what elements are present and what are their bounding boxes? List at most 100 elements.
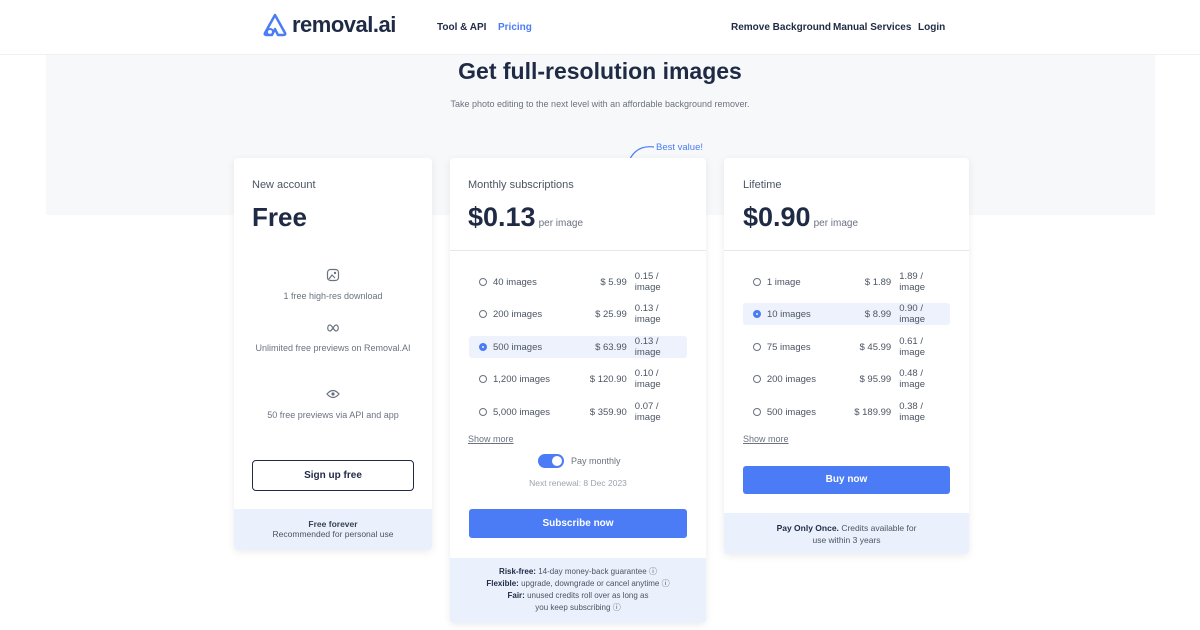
lifetime-option[interactable]: 75 images $ 45.99 0.61 / image — [743, 336, 950, 358]
monthly-plan-footer: Risk-free: 14-day money-back guarantee ⓘ… — [450, 558, 706, 623]
nav-pricing[interactable]: Pricing — [498, 22, 532, 33]
option-count: 5,000 images — [492, 406, 551, 418]
radio-button[interactable] — [753, 408, 761, 416]
option-unit-price: 0.10 / image — [634, 368, 661, 390]
sign-up-free-button[interactable]: Sign up free — [252, 460, 414, 491]
option-count: 200 images — [766, 373, 816, 385]
lifetime-price-value: $0.90 — [743, 202, 811, 232]
lifetime-plan-head: Lifetime — [743, 179, 782, 191]
radio-button[interactable] — [479, 408, 487, 416]
option-price: $ 1.89 — [864, 276, 892, 288]
radio-button[interactable] — [753, 375, 761, 383]
guarantee-text: 14-day money-back guarantee — [538, 567, 647, 576]
monthly-price-per: per image — [538, 218, 584, 229]
best-value-badge: Best value! — [656, 142, 703, 153]
nav-remove-background[interactable]: Remove Background — [731, 22, 831, 33]
monthly-option[interactable]: 1,200 images $ 120.90 0.10 / image — [469, 368, 687, 390]
info-icon[interactable]: ⓘ — [662, 579, 670, 588]
option-unit-price: 0.07 / image — [634, 401, 661, 423]
option-price: $ 5.99 — [600, 276, 627, 288]
divider — [724, 250, 969, 251]
option-count: 1,200 images — [492, 373, 551, 385]
lifetime-price-per: per image — [813, 218, 859, 229]
lifetime-option-selected[interactable]: 10 images $ 8.99 0.90 / image — [743, 303, 950, 325]
info-icon[interactable]: ⓘ — [613, 603, 621, 612]
free-footer-title: Free forever — [308, 519, 358, 529]
fair-line: Fair: unused credits roll over as long a… — [450, 590, 706, 614]
flexible-bold: Flexible: — [486, 579, 519, 588]
monthly-plan-price: $0.13 per image — [468, 202, 583, 233]
guarantee-line: Risk-free: 14-day money-back guarantee ⓘ — [450, 566, 706, 578]
free-feature-text: Unlimited free previews on Removal.AI — [255, 343, 411, 353]
lifetime-option[interactable]: 1 image $ 1.89 1.89 / image — [743, 271, 950, 293]
monthly-plan-head: Monthly subscriptions — [468, 179, 574, 191]
option-count: 10 images — [766, 308, 811, 320]
radio-button[interactable] — [753, 343, 761, 351]
free-feature-text: 50 free previews via API and app — [267, 410, 399, 420]
subscribe-now-button[interactable]: Subscribe now — [469, 509, 687, 538]
option-unit-price: 0.13 / image — [634, 336, 661, 358]
monthly-option[interactable]: 40 images $ 5.99 0.15 / image — [469, 271, 687, 293]
fair-bold: Fair: — [507, 591, 525, 600]
nav-login[interactable]: Login — [918, 22, 945, 33]
radio-button[interactable] — [479, 343, 487, 351]
option-price: $ 45.99 — [859, 341, 892, 353]
monthly-option-selected[interactable]: 500 images $ 63.99 0.13 / image — [469, 336, 687, 358]
radio-button[interactable] — [479, 310, 487, 318]
pay-monthly-toggle[interactable] — [538, 454, 564, 468]
option-count: 200 images — [492, 308, 543, 320]
buy-now-button[interactable]: Buy now — [743, 466, 950, 494]
flexible-line: Flexible: upgrade, downgrade or cancel a… — [450, 578, 706, 590]
flexible-text: upgrade, downgrade or cancel anytime — [521, 579, 660, 588]
option-price: $ 25.99 — [595, 308, 627, 320]
monthly-option[interactable]: 5,000 images $ 359.90 0.07 / image — [469, 401, 687, 423]
radio-button[interactable] — [753, 310, 761, 318]
nav-tool-api[interactable]: Tool & API — [437, 22, 486, 33]
option-unit-price: 0.13 / image — [634, 303, 661, 325]
renewal-text: Next renewal: 8 Dec 2023 — [529, 478, 627, 488]
image-icon — [234, 268, 432, 285]
nav-manual-services[interactable]: Manual Services — [833, 22, 911, 33]
free-feature-text: 1 free high-res download — [283, 291, 383, 301]
info-icon[interactable]: ⓘ — [649, 567, 657, 576]
lifetime-plan-card: Lifetime $0.90 per image 1 image $ 1.89 1… — [724, 158, 969, 554]
show-more-link[interactable]: Show more — [468, 434, 514, 444]
option-count: 500 images — [493, 341, 543, 353]
free-plan-footer: Free forever Recommended for personal us… — [234, 509, 432, 550]
eye-icon — [234, 388, 432, 402]
option-unit-price: 0.90 / image — [899, 303, 926, 325]
option-unit-price: 1.89 / image — [899, 271, 926, 293]
option-count: 40 images — [492, 276, 537, 288]
logo-icon — [263, 13, 287, 37]
logo[interactable]: removal.ai — [262, 12, 396, 38]
option-unit-price: 0.38 / image — [899, 401, 926, 423]
fair-text: unused credits roll over as long as you … — [527, 591, 649, 612]
option-price: $ 120.90 — [589, 373, 627, 385]
lifetime-plan-price: $0.90 per image — [743, 202, 858, 233]
lifetime-option[interactable]: 200 images $ 95.99 0.48 / image — [743, 368, 950, 390]
toggle-label: Pay monthly — [571, 456, 621, 466]
show-more-link[interactable]: Show more — [743, 434, 789, 444]
divider — [450, 250, 706, 251]
infinity-icon — [234, 322, 432, 336]
option-price: $ 189.99 — [854, 406, 892, 418]
option-price: $ 359.90 — [589, 406, 627, 418]
top-nav: removal.ai Tool & API Pricing Remove Bac… — [0, 0, 1200, 55]
page-subtitle: Take photo editing to the next level wit… — [450, 99, 750, 109]
lifetime-option[interactable]: 500 images $ 189.99 0.38 / image — [743, 401, 950, 423]
option-price: $ 95.99 — [859, 373, 892, 385]
option-count: 500 images — [766, 406, 816, 418]
option-count: 75 images — [766, 341, 811, 353]
option-unit-price: 0.61 / image — [899, 336, 926, 358]
free-plan-price: Free — [252, 202, 307, 232]
option-price: $ 8.99 — [864, 308, 892, 320]
monthly-option[interactable]: 200 images $ 25.99 0.13 / image — [469, 303, 687, 325]
free-plan-head: New account — [252, 179, 316, 191]
radio-button[interactable] — [479, 375, 487, 383]
free-plan-card: New account Free 1 free high-res downloa… — [234, 158, 432, 550]
page-title: Get full-resolution images — [458, 58, 742, 84]
monthly-plan-card: Monthly subscriptions $0.13 per image 40 … — [450, 158, 706, 623]
radio-button[interactable] — [479, 278, 487, 286]
radio-button[interactable] — [753, 278, 761, 286]
option-price: $ 63.99 — [595, 341, 627, 353]
